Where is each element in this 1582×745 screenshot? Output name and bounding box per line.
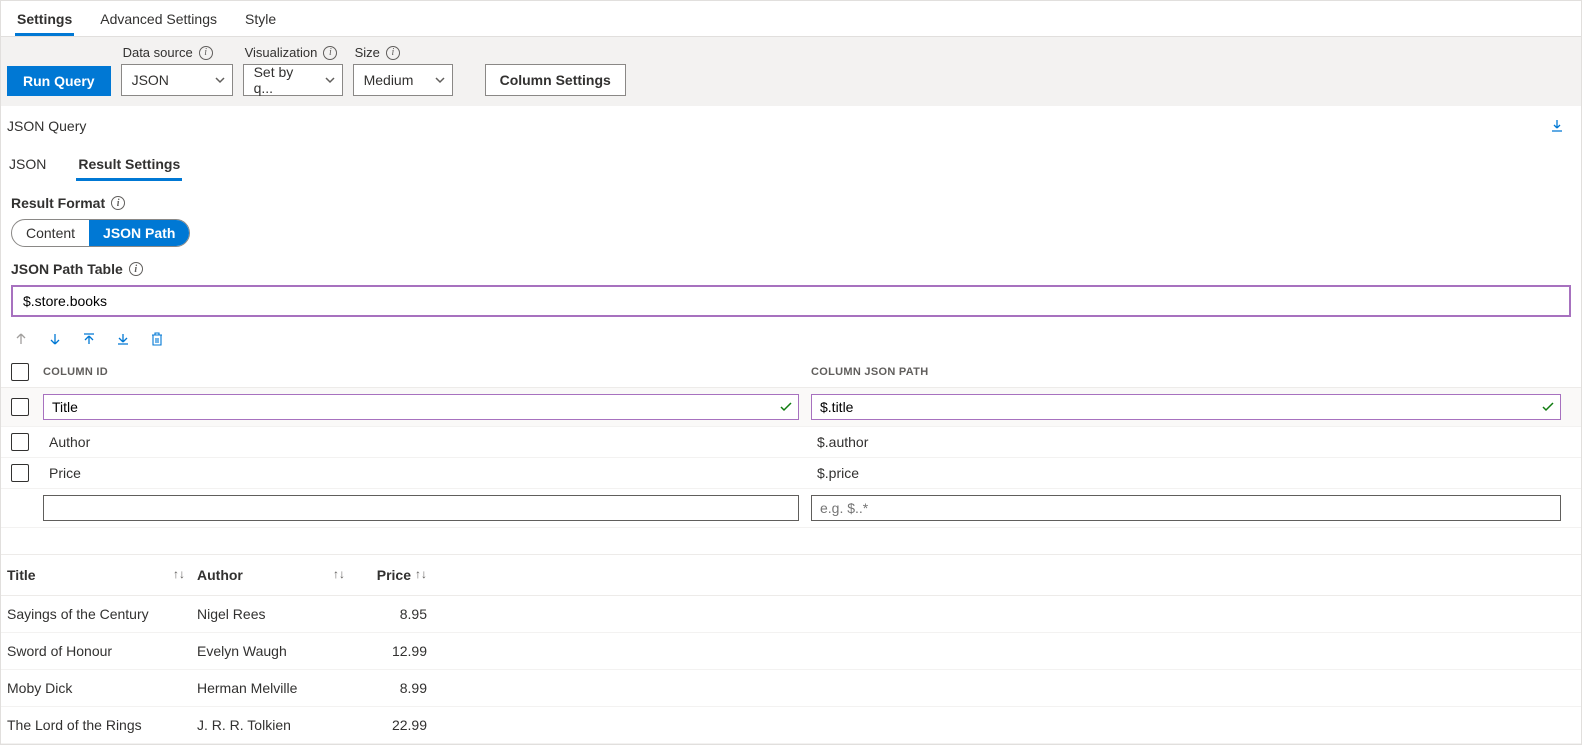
column-path-value[interactable]: $.author: [811, 434, 868, 450]
results-header-price[interactable]: Price ↑↓: [357, 567, 427, 583]
delete-icon[interactable]: [149, 331, 165, 347]
json-path-table-input[interactable]: [11, 285, 1571, 317]
run-query-button[interactable]: Run Query: [7, 66, 111, 96]
visualization-label: Visualization i: [243, 45, 343, 60]
column-settings-button[interactable]: Column Settings: [485, 64, 626, 96]
column-row-new: [1, 489, 1581, 528]
json-path-table-label: JSON Path Table i: [11, 261, 1571, 277]
column-id-value[interactable]: Price: [43, 465, 81, 481]
sort-icon: ↑↓: [173, 567, 185, 583]
column-id-input[interactable]: [43, 394, 799, 420]
results-row: Sword of Honour Evelyn Waugh 12.99: [1, 633, 1581, 670]
pill-json-path[interactable]: JSON Path: [89, 220, 189, 246]
results-row: Sayings of the Century Nigel Rees 8.95: [1, 596, 1581, 633]
results-row: The Lord of the Rings J. R. R. Tolkien 2…: [1, 707, 1581, 744]
cell-title: Sword of Honour: [7, 643, 197, 659]
pill-content[interactable]: Content: [12, 220, 89, 246]
cell-price: 8.99: [357, 680, 427, 696]
info-icon[interactable]: i: [111, 196, 125, 210]
cell-price: 12.99: [357, 643, 427, 659]
row-checkbox[interactable]: [11, 433, 29, 451]
result-format-label: Result Format i: [11, 195, 1571, 211]
download-icon[interactable]: [1549, 118, 1575, 134]
move-up-icon: [13, 331, 29, 347]
results-header-title[interactable]: Title ↑↓: [7, 567, 197, 583]
size-label: Size i: [353, 45, 453, 60]
checkmark-icon: [779, 400, 793, 414]
results-row: Moby Dick Herman Melville 8.99: [1, 670, 1581, 707]
tab-style[interactable]: Style: [243, 1, 278, 36]
top-tabs: Settings Advanced Settings Style: [1, 1, 1581, 37]
cell-title: Moby Dick: [7, 680, 197, 696]
tab-result-settings[interactable]: Result Settings: [76, 152, 182, 181]
move-to-bottom-icon[interactable]: [115, 331, 131, 347]
info-icon[interactable]: i: [323, 46, 337, 60]
info-icon[interactable]: i: [386, 46, 400, 60]
result-format-toggle: Content JSON Path: [11, 219, 190, 247]
row-checkbox[interactable]: [11, 464, 29, 482]
sort-icon: ↑↓: [415, 567, 427, 583]
new-column-path-input[interactable]: [811, 495, 1561, 521]
column-row: Author $.author: [1, 427, 1581, 458]
tab-settings[interactable]: Settings: [15, 1, 74, 36]
cell-title: Sayings of the Century: [7, 606, 197, 622]
row-actions: [1, 317, 1581, 357]
column-path-input[interactable]: [811, 394, 1561, 420]
cell-author: Nigel Rees: [197, 606, 357, 622]
chevron-down-icon: [214, 74, 226, 86]
results-table: Title ↑↓ Author ↑↓ Price ↑↓ Sayings of t…: [1, 554, 1581, 744]
column-row: [1, 388, 1581, 427]
tab-advanced-settings[interactable]: Advanced Settings: [98, 1, 219, 36]
chevron-down-icon: [434, 74, 446, 86]
cell-price: 22.99: [357, 717, 427, 733]
new-column-id-input[interactable]: [43, 495, 799, 521]
info-icon[interactable]: i: [129, 262, 143, 276]
cell-price: 8.95: [357, 606, 427, 622]
size-select[interactable]: Medium: [353, 64, 453, 96]
column-path-header: COLUMN JSON PATH: [811, 366, 1571, 378]
json-query-label: JSON Query: [1, 106, 1581, 134]
select-all-checkbox[interactable]: [11, 363, 29, 381]
cell-title: The Lord of the Rings: [7, 717, 197, 733]
column-id-header: COLUMN ID: [43, 366, 108, 378]
visualization-select[interactable]: Set by q...: [243, 64, 343, 96]
checkmark-icon: [1541, 400, 1555, 414]
cell-author: Evelyn Waugh: [197, 643, 357, 659]
data-source-select[interactable]: JSON: [121, 64, 233, 96]
column-definitions-table: COLUMN ID COLUMN JSON PATH A: [1, 357, 1581, 528]
info-icon[interactable]: i: [199, 46, 213, 60]
row-checkbox[interactable]: [11, 398, 29, 416]
move-to-top-icon[interactable]: [81, 331, 97, 347]
move-down-icon[interactable]: [47, 331, 63, 347]
column-id-value[interactable]: Author: [43, 434, 90, 450]
results-header-author[interactable]: Author ↑↓: [197, 567, 357, 583]
column-row: Price $.price: [1, 458, 1581, 489]
column-path-value[interactable]: $.price: [811, 465, 859, 481]
toolbar: Run Query Data source i JSON Visualizati…: [1, 37, 1581, 106]
cell-author: Herman Melville: [197, 680, 357, 696]
sort-icon: ↑↓: [333, 567, 345, 583]
chevron-down-icon: [324, 74, 336, 86]
inner-tabs: JSON Result Settings: [1, 134, 1581, 181]
data-source-label: Data source i: [121, 45, 233, 60]
cell-author: J. R. R. Tolkien: [197, 717, 357, 733]
tab-json[interactable]: JSON: [7, 152, 48, 181]
